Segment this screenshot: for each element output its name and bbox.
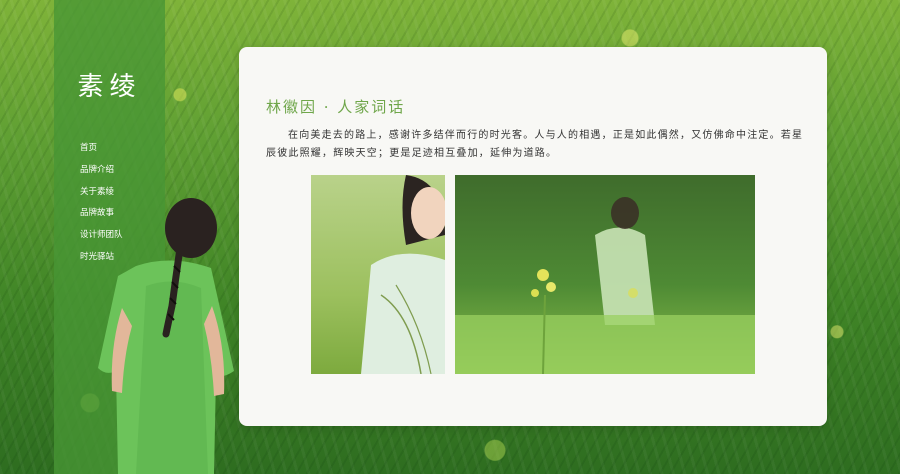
nav-item-brand-intro[interactable]: 品牌介绍	[80, 160, 123, 182]
model-figure-image	[98, 198, 234, 474]
article-paragraph: 在向美走去的路上，感谢许多结伴而行的时光客。人与人的相遇，正是如此偶然，又仿佛命…	[266, 130, 804, 159]
article-card: 林徽因 · 人家词话 在向美走去的路上，感谢许多结伴而行的时光客。人与人的相遇，…	[239, 47, 827, 426]
brand-logo[interactable]: 素绫	[54, 66, 165, 103]
article-title: 林徽因 · 人家词话	[266, 98, 406, 116]
field-photo	[455, 175, 755, 374]
portrait-photo	[311, 175, 445, 374]
nav-item-home[interactable]: 首页	[80, 138, 123, 160]
